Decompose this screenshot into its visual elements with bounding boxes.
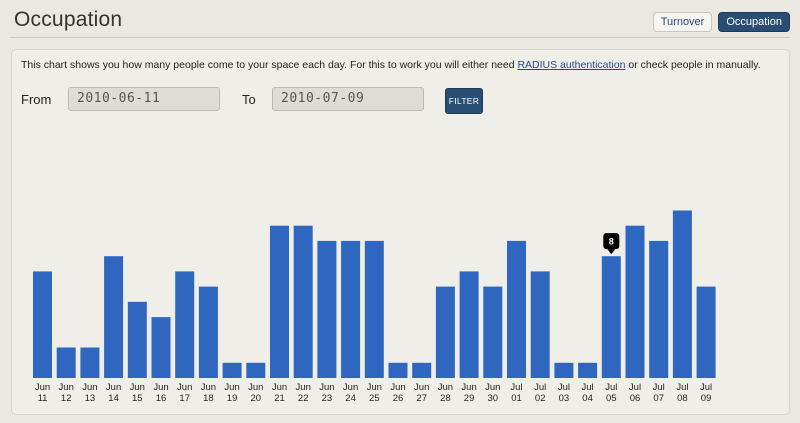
- bar-jun-21[interactable]: [270, 225, 289, 378]
- page-title: Occupation: [14, 8, 123, 31]
- header-divider: [10, 37, 790, 38]
- x-tick-label: Jun: [153, 382, 168, 393]
- tab-occupation[interactable]: Occupation: [718, 12, 790, 32]
- x-tick-label: Jul: [605, 382, 617, 393]
- bar-jun-14[interactable]: [104, 256, 124, 378]
- x-tick-label: 24: [345, 393, 356, 404]
- x-tick-label: Jun: [201, 382, 216, 393]
- bar-jun-12[interactable]: [56, 347, 76, 379]
- bar-jul-05[interactable]: [601, 256, 621, 378]
- x-tick-label: 21: [274, 393, 285, 404]
- x-tick-label: Jun: [461, 382, 476, 393]
- x-tick-label: Jun: [82, 382, 97, 393]
- bar-jun-23[interactable]: [317, 240, 337, 378]
- x-tick-label: Jun: [319, 382, 334, 393]
- tab-turnover[interactable]: Turnover: [652, 12, 713, 32]
- x-tick-label: 11: [38, 393, 48, 404]
- bar-jun-17[interactable]: [175, 271, 195, 378]
- x-tick-label: Jun: [35, 382, 50, 393]
- bar-jun-25[interactable]: [364, 240, 384, 378]
- bar-jun-15[interactable]: [127, 301, 147, 378]
- bar-jul-06[interactable]: [625, 225, 645, 378]
- x-tick-label: Jul: [558, 382, 570, 393]
- x-tick-label: Jun: [272, 382, 287, 393]
- bar-jun-26[interactable]: [388, 362, 408, 378]
- bar-jun-27[interactable]: [412, 362, 432, 378]
- x-tick-label: 03: [559, 393, 570, 404]
- bar-jun-30[interactable]: [483, 286, 503, 378]
- tab-bar: Turnover Occupation: [652, 12, 790, 32]
- bar-jul-07[interactable]: [649, 240, 669, 378]
- x-tick-label: Jun: [106, 382, 121, 393]
- x-tick-label: Jun: [414, 382, 429, 393]
- bar-jul-04[interactable]: [578, 362, 598, 378]
- bar-jun-28[interactable]: [435, 286, 455, 378]
- occupation-panel: This chart shows you how many people com…: [11, 49, 790, 415]
- bar-jun-22[interactable]: [293, 225, 313, 378]
- bar-jun-18[interactable]: [198, 286, 218, 378]
- bar-jun-11[interactable]: [33, 271, 52, 378]
- bar-jun-13[interactable]: [80, 347, 100, 379]
- x-tick-label: 13: [85, 393, 96, 404]
- x-tick-label: 23: [322, 393, 333, 404]
- x-tick-label: Jul: [629, 382, 641, 393]
- x-tick-label: 29: [464, 393, 475, 404]
- x-tick-label: Jul: [653, 382, 665, 393]
- x-tick-label: 02: [535, 393, 546, 404]
- x-tick-label: Jun: [485, 382, 500, 393]
- x-tick-label: 25: [369, 393, 380, 404]
- header: Occupation Turnover Occupation: [0, 0, 800, 38]
- x-tick-label: Jun: [367, 382, 382, 393]
- x-tick-label: 06: [630, 393, 641, 404]
- x-tick-label: 16: [156, 393, 167, 404]
- bar-jun-20[interactable]: [246, 362, 266, 378]
- bar-jul-02[interactable]: [530, 271, 550, 378]
- x-tick-label: 22: [298, 393, 309, 404]
- x-tick-label: 12: [61, 393, 72, 404]
- tooltip-value: 8: [609, 237, 614, 247]
- x-tick-label: Jun: [438, 382, 453, 393]
- bar-jul-08[interactable]: [672, 210, 692, 379]
- x-tick-label: 05: [606, 393, 617, 404]
- x-tick-label: 30: [488, 393, 499, 404]
- bar-jul-01[interactable]: [507, 240, 526, 378]
- bar-jun-19[interactable]: [222, 362, 242, 378]
- x-tick-label: 28: [440, 393, 451, 404]
- x-tick-label: Jun: [343, 382, 358, 393]
- bar-jul-09[interactable]: [696, 286, 716, 378]
- x-tick-label: 04: [582, 393, 593, 404]
- x-tick-label: Jul: [700, 382, 712, 393]
- bar-value-tooltip: 8: [603, 233, 620, 255]
- x-tick-label: 17: [179, 393, 190, 404]
- x-tick-label: 09: [701, 393, 712, 404]
- x-tick-label: 27: [416, 393, 427, 404]
- x-tick-label: Jun: [130, 382, 145, 393]
- x-tick-label: 07: [653, 393, 664, 404]
- x-tick-label: Jun: [390, 382, 405, 393]
- x-tick-label: 19: [227, 393, 238, 404]
- x-tick-label: Jun: [59, 382, 74, 393]
- x-tick-label: Jul: [534, 382, 546, 393]
- x-tick-label: 20: [251, 393, 262, 404]
- x-tick-label: Jul: [510, 382, 522, 393]
- x-tick-label: Jun: [177, 382, 192, 393]
- x-tick-label: Jun: [224, 382, 239, 393]
- bar-jun-16[interactable]: [151, 317, 171, 378]
- x-tick-label: 14: [108, 393, 119, 404]
- bar-jun-29[interactable]: [459, 271, 479, 378]
- x-tick-label: 26: [393, 393, 404, 404]
- bar-jun-24[interactable]: [341, 240, 361, 378]
- x-tick-label: 15: [132, 393, 143, 404]
- x-tick-label: Jun: [248, 382, 263, 393]
- x-tick-label: Jul: [582, 382, 594, 393]
- x-tick-label: Jul: [676, 382, 688, 393]
- bar-jul-03[interactable]: [554, 362, 574, 378]
- x-tick-label: Jun: [296, 382, 311, 393]
- x-tick-label: 18: [203, 393, 214, 404]
- x-tick-label: 01: [511, 393, 522, 404]
- x-tick-label: 08: [677, 393, 688, 404]
- occupation-chart: Jun11Jun12Jun13Jun14Jun15Jun16Jun17Jun18…: [33, 210, 716, 404]
